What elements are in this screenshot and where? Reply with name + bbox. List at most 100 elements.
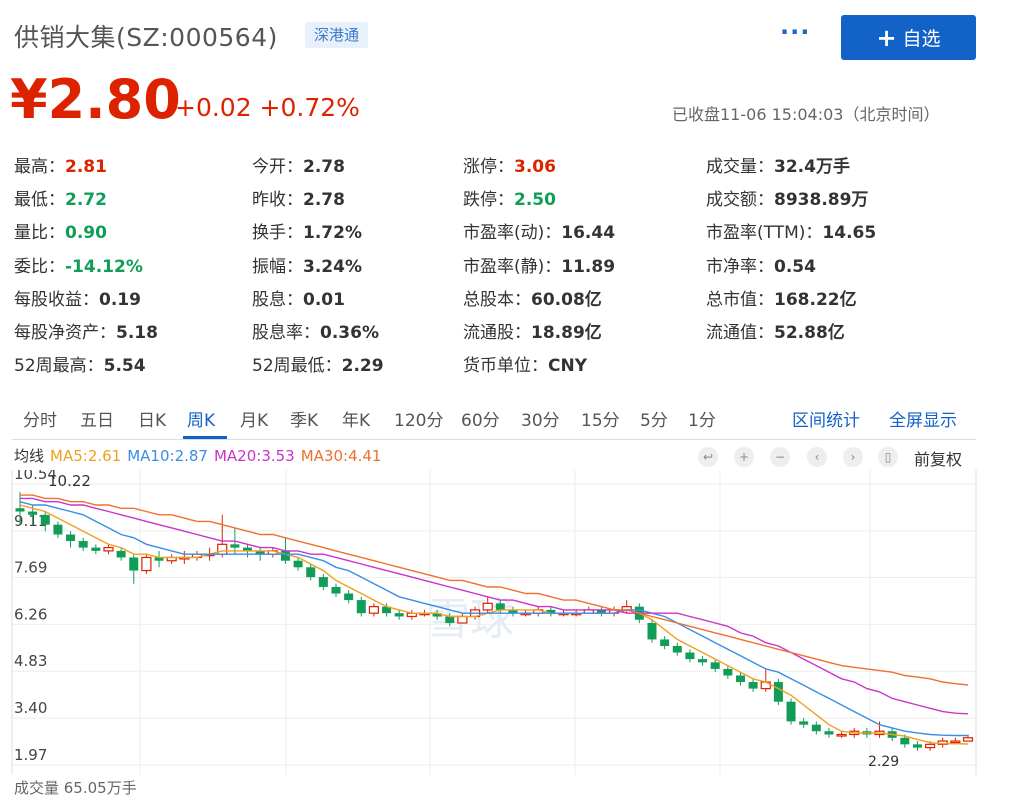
- period-tab[interactable]: 分时: [23, 406, 57, 431]
- current-price: ¥2.80: [10, 68, 181, 131]
- quote-label: 每股收益：: [14, 289, 99, 310]
- high-price-label: 10.22: [48, 472, 91, 490]
- period-tab[interactable]: 月K: [240, 406, 268, 431]
- add-watchlist-label: 自选: [902, 28, 941, 50]
- fuquan-toggle[interactable]: 前复权: [914, 446, 962, 470]
- quote-value: 0.01: [303, 289, 345, 310]
- period-tab[interactable]: 15分: [581, 406, 620, 431]
- quote-label: 总股本：: [463, 289, 531, 310]
- quote-value: 0.90: [65, 223, 107, 244]
- quote-field: 最低：2.72: [14, 185, 107, 210]
- quote-label: 振幅：: [252, 256, 303, 277]
- quote-label: 量比：: [14, 223, 65, 244]
- quote-value: 2.81: [65, 157, 107, 177]
- quote-label: 委比：: [14, 256, 65, 277]
- candle-body: [824, 731, 834, 735]
- stock-title: 供销大集(SZ:000564): [14, 23, 278, 52]
- period-tab[interactable]: 60分: [461, 406, 500, 431]
- candle-body: [836, 733, 847, 737]
- scroll-left-icon[interactable]: ‹: [807, 447, 827, 467]
- quote-label: 昨收：: [252, 190, 303, 211]
- ma-label: MA30:4.41: [300, 447, 382, 465]
- candle-body: [748, 682, 758, 689]
- period-tab[interactable]: 30分: [521, 406, 560, 431]
- quote-field: 跌停：2.50: [463, 185, 556, 210]
- period-tab[interactable]: 120分: [394, 406, 443, 431]
- candle-body: [306, 567, 316, 578]
- candle-body: [280, 550, 290, 561]
- quote-field: 市盈率(TTM)：14.65: [706, 218, 876, 243]
- quote-field: 昨收：2.78: [252, 185, 345, 210]
- zoom-in-icon[interactable]: +: [734, 447, 754, 467]
- candle-body: [293, 560, 303, 568]
- quote-value: 0.19: [99, 289, 141, 310]
- period-tab[interactable]: 年K: [342, 406, 370, 431]
- quote-label: 最高：: [14, 157, 65, 177]
- candle-body: [457, 615, 468, 624]
- candle-body: [660, 639, 670, 646]
- period-tabs: 分时 五日 日K 周K 月K 季K 年K 120分 60分 30分 15分 5分 1分 区间统计 全屏显示: [12, 397, 976, 440]
- quote-value: 14.65: [822, 223, 877, 244]
- candle-body: [116, 550, 126, 558]
- plus-icon: +: [876, 23, 897, 52]
- quote-label: 今开：: [252, 157, 303, 177]
- quote-value: 16.44: [561, 223, 616, 244]
- quote-label: 每股净资产：: [14, 323, 116, 343]
- candle-body: [356, 600, 366, 614]
- period-tab[interactable]: 1分: [688, 406, 716, 431]
- quote-field: 流通股：18.89亿: [463, 318, 602, 343]
- period-tab[interactable]: 日K: [138, 406, 166, 431]
- scroll-right-icon[interactable]: ›: [843, 447, 863, 467]
- candle-body: [445, 616, 455, 624]
- ma-label: 均线: [14, 447, 45, 465]
- candle-body: [900, 737, 910, 745]
- quote-value: 0.54: [774, 256, 816, 277]
- quote-value: 2.50: [514, 190, 556, 211]
- quote-field: 每股净资产：5.18: [14, 318, 158, 343]
- fullscreen-link[interactable]: 全屏显示: [889, 406, 957, 431]
- period-tab[interactable]: 五日: [80, 406, 114, 431]
- period-tab[interactable]: 周K: [187, 406, 215, 431]
- candle-body: [723, 668, 733, 676]
- more-menu-icon[interactable]: ···: [780, 18, 810, 46]
- period-tab[interactable]: 季K: [290, 406, 318, 431]
- quote-label: 52周最高：: [14, 356, 104, 377]
- reset-icon[interactable]: ▯: [878, 447, 898, 467]
- candle-body: [735, 675, 745, 683]
- quote-value: 32.4万手: [774, 157, 850, 177]
- candle-body: [331, 586, 341, 594]
- candle-body: [962, 737, 974, 742]
- quote-label: 市盈率(TTM)：: [706, 223, 823, 244]
- candle-body: [811, 724, 821, 732]
- candle-body: [78, 541, 88, 548]
- volume-label: 成交量 65.05万手: [14, 779, 137, 796]
- candle-body: [230, 544, 240, 548]
- y-tick-label: 6.26: [14, 605, 47, 623]
- undo-icon[interactable]: ↩: [698, 447, 718, 467]
- quote-label: 股息率：: [252, 323, 320, 343]
- add-watchlist-button[interactable]: + 自选: [841, 15, 976, 60]
- quote-field: 量比：0.90: [14, 218, 107, 243]
- quote-field: 股息率：0.36%: [252, 318, 379, 343]
- quote-field: 流通值：52.88亿: [706, 318, 845, 343]
- quote-value: 52.88亿: [774, 323, 845, 343]
- quote-value: 5.54: [103, 356, 146, 377]
- quote-field: 涨停：3.06: [463, 152, 556, 177]
- quote-label: 流通股：: [463, 323, 531, 343]
- quote-field: 委比：-14.12%: [14, 252, 143, 277]
- quote-value: 2.72: [65, 190, 107, 211]
- quote-field: 最高：2.81: [14, 152, 107, 177]
- quote-value: 2.29: [341, 356, 384, 377]
- candle-body: [786, 701, 796, 722]
- range-stats-link[interactable]: 区间统计: [792, 406, 860, 431]
- zoom-out-icon[interactable]: −: [770, 447, 790, 467]
- quote-field: 今开：2.78: [252, 152, 345, 177]
- candle-body: [368, 606, 380, 614]
- candle-body: [672, 645, 682, 653]
- low-price-label: 2.29: [868, 754, 899, 770]
- candle-body: [53, 524, 63, 535]
- exchange-badge[interactable]: 深港通: [305, 22, 369, 48]
- period-tab[interactable]: 5分: [640, 406, 668, 431]
- quote-value: CNY: [548, 356, 588, 377]
- kline-chart[interactable]: 10.549.117.696.264.833.401.97雪球10.222.29…: [0, 470, 1012, 796]
